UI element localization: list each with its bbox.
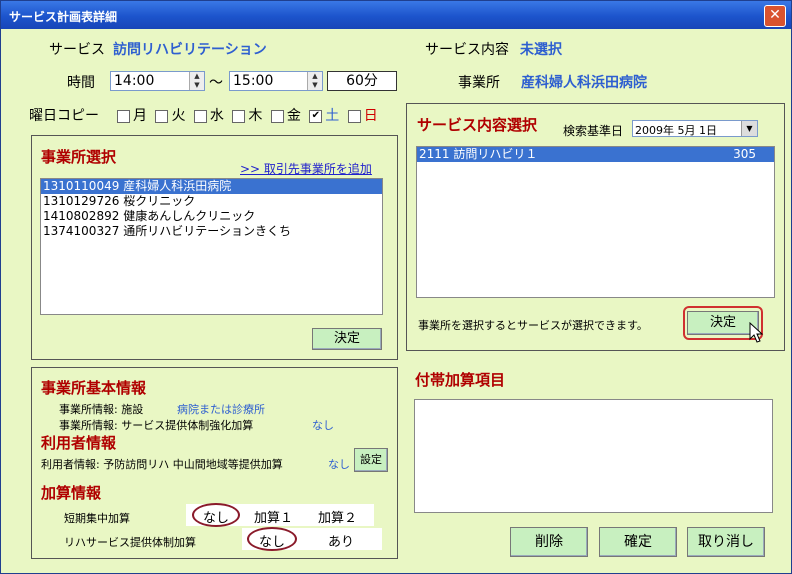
window-title: サービス計画表詳細	[9, 10, 118, 24]
service-label: サービス	[49, 42, 105, 58]
weekday-checkboxes: 月 火 水 木 金 ✔ 土 日	[117, 105, 378, 125]
rehab-service-label: リハサービス提供体制加算	[64, 536, 196, 549]
delete-button[interactable]: 削除	[510, 527, 588, 557]
spinner-arrows-icon[interactable]: ▲ ▼	[189, 72, 204, 90]
confirm-button[interactable]: 確定	[599, 527, 677, 557]
chevron-down-icon[interactable]: ▼	[741, 121, 757, 136]
service-select-title: サービス内容選択	[417, 116, 538, 134]
list-item[interactable]: 1410802892 健康あんしんクリニック	[41, 209, 382, 224]
time-end-spinner[interactable]: 15:00 ▲ ▼	[229, 71, 323, 91]
cancel-button[interactable]: 取り消し	[687, 527, 765, 557]
list-item[interactable]: 1310129726 桜クリニック	[41, 194, 382, 209]
day-checkbox[interactable]: 金	[270, 108, 301, 124]
day-checkbox[interactable]: 月	[117, 108, 147, 124]
extra-additions-list[interactable]	[414, 399, 773, 513]
add-office-link[interactable]: >> 取引先事業所を追加	[240, 160, 372, 177]
day-checkbox[interactable]: 水	[193, 108, 224, 124]
rehab-option-yes[interactable]: あり	[328, 531, 354, 550]
checkbox-icon[interactable]	[117, 109, 130, 123]
checkmark-icon[interactable]: ✔	[309, 109, 323, 123]
office-info-title: 事業所基本情報	[41, 379, 147, 397]
search-date-label: 検索基準日	[563, 124, 624, 138]
checkbox-icon[interactable]	[270, 109, 284, 123]
checkbox-icon[interactable]	[193, 109, 207, 123]
office-select-title: 事業所選択	[41, 148, 117, 166]
office-label: 事業所	[458, 75, 500, 91]
short-term-label: 短期集中加算	[64, 512, 130, 525]
time-label: 時間	[67, 75, 95, 91]
time-start-spinner[interactable]: 14:00 ▲ ▼	[110, 71, 205, 91]
weekday-copy-label: 曜日コピー	[29, 108, 99, 124]
user-info-line-label: 利用者情報: 予防訪問リハ 中山間地域等提供加算	[41, 458, 283, 471]
checkbox-icon[interactable]	[155, 109, 169, 123]
dialog-window: サービス計画表詳細 ✕ サービス 訪問リハビリテーション サービス内容 未選択 …	[0, 0, 792, 574]
service-hint: 事業所を選択するとサービスが選択できます。	[418, 319, 648, 332]
list-item[interactable]: 1310110049 産科婦人科浜田病院	[41, 179, 382, 194]
time-separator: 〜	[209, 75, 223, 91]
title-bar[interactable]: サービス計画表詳細 ✕	[1, 1, 791, 29]
short-term-option-2[interactable]: 加算２	[318, 507, 357, 526]
short-term-option-1[interactable]: 加算１	[254, 507, 293, 526]
time-start-value: 14:00	[114, 73, 155, 89]
office-info-line2-value: なし	[312, 419, 334, 432]
checkbox-icon[interactable]	[232, 109, 246, 123]
addition-title: 加算情報	[41, 484, 102, 502]
user-info-line-value: なし	[328, 458, 350, 471]
search-date-value: 2009年 5月 1日	[635, 124, 717, 137]
extra-additions-title: 付帯加算項目	[415, 371, 506, 389]
service-value: 訪問リハビリテーション	[113, 42, 267, 58]
time-end-value: 15:00	[233, 73, 274, 89]
day-checkbox[interactable]: ✔ 土	[309, 108, 339, 124]
list-item[interactable]: 2111 訪問リハビリ１ 305	[417, 147, 774, 162]
office-decide-button[interactable]: 決定	[312, 328, 382, 350]
office-info-line1-value: 病院または診療所	[177, 403, 265, 416]
day-checkbox[interactable]: 火	[155, 108, 185, 124]
selected-oval	[247, 527, 297, 551]
checkbox-icon[interactable]	[347, 109, 361, 123]
service-listbox[interactable]: 2111 訪問リハビリ１ 305	[416, 146, 775, 298]
service-select-panel: サービス内容選択 検索基準日 2009年 5月 1日 ▼ 2111 訪問リハビリ…	[406, 103, 785, 351]
user-info-title: 利用者情報	[41, 434, 117, 452]
selected-oval	[192, 503, 240, 527]
day-checkbox[interactable]: 日	[347, 108, 378, 124]
day-checkbox[interactable]: 木	[232, 108, 262, 124]
search-date-picker[interactable]: 2009年 5月 1日 ▼	[632, 120, 758, 137]
mouse-cursor-icon	[749, 322, 764, 343]
office-info-line2-label: 事業所情報: サービス提供体制強化加算	[59, 419, 254, 432]
office-select-panel: 事業所選択 >> 取引先事業所を追加 1310110049 産科婦人科浜田病院 …	[31, 135, 398, 360]
office-value: 産科婦人科浜田病院	[521, 75, 647, 91]
content-label: サービス内容	[425, 42, 509, 58]
office-listbox[interactable]: 1310110049 産科婦人科浜田病院 1310129726 桜クリニック 1…	[40, 178, 383, 315]
close-button[interactable]: ✕	[764, 5, 786, 27]
duration-field[interactable]: 60分	[327, 71, 397, 91]
spinner-arrows-icon[interactable]: ▲ ▼	[307, 72, 322, 90]
settings-button[interactable]: 設定	[354, 448, 388, 472]
office-info-line1-label: 事業所情報: 施設	[59, 403, 144, 416]
content-value: 未選択	[520, 42, 562, 58]
info-panel: 事業所基本情報 事業所情報: 施設 病院または診療所 事業所情報: サービス提供…	[31, 367, 398, 559]
list-item[interactable]: 1374100327 通所リハビリテーションきくち	[41, 224, 382, 239]
